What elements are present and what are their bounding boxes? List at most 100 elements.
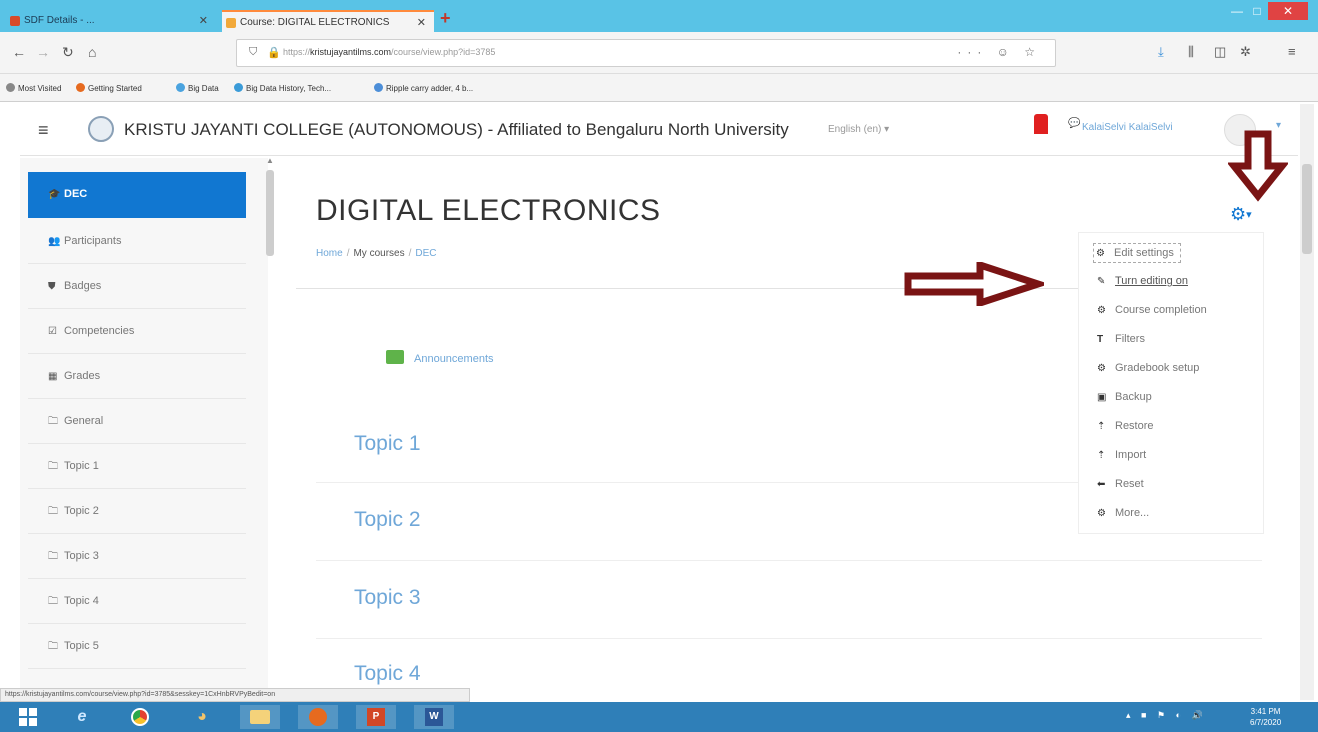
page-scroll-thumb[interactable] — [1302, 164, 1312, 254]
drawer-item-badges[interactable]: ⛊ Badges — [28, 264, 246, 309]
drawer-item-dec[interactable]: 🎓 DEC — [28, 172, 246, 218]
folder-icon: 🗀 — [48, 641, 58, 652]
divider — [316, 560, 1262, 561]
firefox-icon[interactable] — [298, 705, 338, 729]
breadcrumb: Home / My courses / DEC — [316, 248, 437, 259]
library-icon[interactable]: ⫼ — [1188, 44, 1194, 60]
download-icon[interactable]: ⤓ — [1158, 44, 1164, 60]
media-player-icon[interactable]: ◕ — [182, 705, 222, 729]
page-actions-icon[interactable]: ··· ☺ ☆ — [957, 45, 1041, 59]
drawer-item-grades[interactable]: ▦ Grades — [28, 354, 246, 399]
breadcrumb-dec[interactable]: DEC — [415, 248, 436, 259]
topic-heading-2[interactable]: Topic 2 — [354, 508, 421, 532]
page-scrollbar[interactable] — [1300, 104, 1314, 700]
tab-favicon-icon — [226, 18, 236, 28]
chrome-icon[interactable] — [120, 705, 160, 729]
windows-logo-icon — [19, 708, 37, 726]
course-settings-gear-button[interactable]: ⚙▾ — [1230, 204, 1252, 225]
file-explorer-icon[interactable] — [240, 705, 280, 729]
taskbar-clock[interactable]: 3:41 PM 6/7/2020 — [1250, 706, 1281, 728]
language-selector[interactable]: English (en) ▾ — [828, 124, 889, 135]
url-text: https://kristujayantilms.com/course/view… — [283, 47, 496, 57]
window-close-icon[interactable]: ✕ — [1268, 2, 1308, 20]
home-icon[interactable]: ⌂ — [88, 44, 96, 60]
bookmark-ripple-carry[interactable]: Ripple carry adder, 4 b... — [374, 83, 473, 93]
drawer-item-topic-1[interactable]: 🗀 Topic 1 — [28, 444, 246, 489]
drawer-item-participants[interactable]: 👥 Participants — [28, 219, 246, 264]
site-name[interactable]: KRISTU JAYANTI COLLEGE (AUTONOMOUS) - Af… — [124, 120, 789, 140]
breadcrumb-my-courses[interactable]: My courses — [353, 248, 404, 259]
drawer-item-topic-5[interactable]: 🗀 Topic 5 — [28, 624, 246, 669]
drawer-item-general[interactable]: 🗀 General — [28, 399, 246, 444]
menu-item-course-completion[interactable]: ⚙ Course completion — [1097, 304, 1207, 316]
bookmark-icon — [234, 83, 243, 92]
system-tray-icons[interactable]: ▴ ■ ⚑ ◐ 🔊 — [1126, 710, 1207, 721]
close-tab-icon[interactable]: ✕ — [199, 10, 208, 32]
drawer-item-competencies[interactable]: ☑ Competencies — [28, 309, 246, 354]
menu-item-backup[interactable]: ▣ Backup — [1097, 391, 1152, 403]
menu-item-gradebook-setup[interactable]: ⚙ Gradebook setup — [1097, 362, 1199, 374]
menu-item-edit-settings[interactable]: ⚙ Edit settings — [1093, 243, 1181, 263]
breadcrumb-home[interactable]: Home — [316, 248, 343, 259]
bookmark-big-data[interactable]: Big Data — [176, 83, 219, 93]
minimize-icon[interactable]: — — [1228, 2, 1246, 20]
sidebar-icon[interactable]: ◫ — [1214, 44, 1226, 60]
address-bar[interactable]: ⛉ 🔒 https://kristujayantilms.com/course/… — [236, 39, 1056, 67]
extension-icon[interactable]: ✲ — [1240, 44, 1251, 60]
maximize-icon[interactable]: □ — [1248, 2, 1266, 20]
drawer-item-topic-4[interactable]: 🗀 Topic 4 — [28, 579, 246, 624]
folder-icon: 🗀 — [48, 506, 58, 517]
word-icon[interactable]: W — [414, 705, 454, 729]
announcements-link[interactable]: Announcements — [386, 350, 494, 365]
bookmark-big-data-history[interactable]: Big Data History, Tech... — [234, 83, 331, 93]
breadcrumb-separator: / — [408, 248, 412, 259]
bookmark-most-visited[interactable]: Most Visited — [6, 83, 61, 93]
site-header: ≡ KRISTU JAYANTI COLLEGE (AUTONOMOUS) - … — [20, 104, 1298, 156]
start-button[interactable] — [8, 705, 48, 729]
hamburger-menu-icon[interactable]: ≡ — [38, 120, 49, 141]
page-title: DIGITAL ELECTRONICS — [316, 194, 661, 227]
gear-icon: ⚙ — [1097, 363, 1106, 374]
menu-item-import[interactable]: ⇡ Import — [1097, 449, 1146, 461]
browser-tab-sdf[interactable]: SDF Details - ... ✕ — [6, 10, 216, 32]
menu-item-restore[interactable]: ⇡ Restore — [1097, 420, 1154, 432]
user-name[interactable]: KalaiSelvi KalaiSelvi — [1082, 122, 1173, 133]
notifications-icon[interactable] — [1034, 114, 1048, 134]
back-icon[interactable]: ← — [12, 44, 26, 60]
internet-explorer-icon[interactable]: e — [62, 705, 102, 729]
menu-item-reset[interactable]: ⬅ Reset — [1097, 478, 1144, 490]
drawer-item-topic-3[interactable]: 🗀 Topic 3 — [28, 534, 246, 579]
new-tab-button[interactable]: + — [440, 8, 451, 29]
menu-icon[interactable]: ≡ — [1288, 44, 1296, 59]
messages-icon[interactable]: 💬 — [1068, 118, 1080, 129]
topic-heading-4[interactable]: Topic 4 — [354, 662, 421, 686]
bookmark-getting-started[interactable]: Getting Started — [76, 83, 142, 93]
menu-item-more[interactable]: ⚙ More... — [1097, 507, 1149, 519]
drawer-scroll-thumb[interactable] — [266, 170, 274, 256]
menu-item-turn-editing-on[interactable]: ✎ Turn editing on — [1097, 275, 1188, 287]
menu-item-filters[interactable]: T Filters — [1097, 333, 1145, 345]
topic-heading-3[interactable]: Topic 3 — [354, 586, 421, 610]
reload-icon[interactable]: ↻ — [62, 44, 74, 61]
forward-icon[interactable]: → — [36, 44, 50, 60]
drawer-item-topic-2[interactable]: 🗀 Topic 2 — [28, 489, 246, 534]
lock-icon[interactable]: 🔒 — [267, 46, 281, 59]
status-url: https://kristujayantilms.com/course/view… — [0, 688, 470, 702]
tab-favicon-icon — [10, 16, 20, 26]
tracking-shield-icon[interactable]: ⛉ — [249, 46, 257, 59]
shield-icon: ⛊ — [48, 281, 56, 292]
folder-icon: 🗀 — [48, 551, 58, 562]
scroll-up-icon[interactable]: ▲ — [266, 156, 274, 165]
topic-heading-1[interactable]: Topic 1 — [354, 432, 421, 456]
close-tab-icon[interactable]: ✕ — [417, 12, 426, 32]
gear-icon — [6, 83, 15, 92]
windows-taskbar: e ◕ P W ▴ ■ ⚑ ◐ 🔊 3:41 PM 6/7/2020 — [0, 702, 1318, 732]
firefox-icon — [76, 83, 85, 92]
clock-date: 6/7/2020 — [1250, 718, 1282, 727]
filter-icon: T — [1097, 334, 1104, 345]
gear-icon: ⚙ — [1097, 508, 1106, 519]
browser-tab-course[interactable]: Course: DIGITAL ELECTRONICS ✕ — [222, 10, 434, 32]
powerpoint-icon[interactable]: P — [356, 705, 396, 729]
college-logo[interactable] — [88, 116, 114, 142]
drawer-scrollbar[interactable]: ▲ — [264, 156, 276, 688]
